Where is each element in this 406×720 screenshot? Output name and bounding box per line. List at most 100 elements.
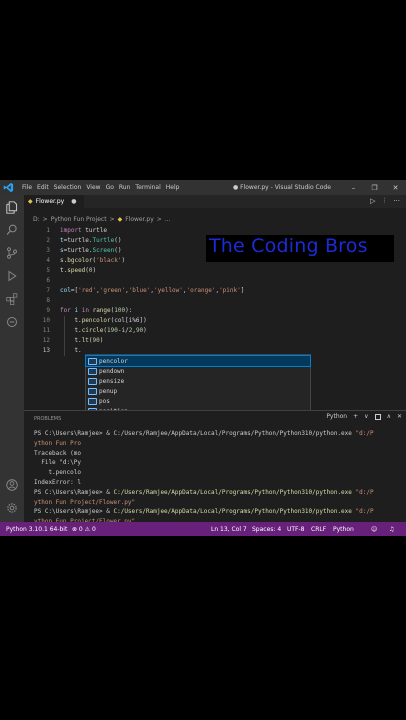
problems-indicator[interactable]: ⊗ 0 ⚠ 0 [72,526,96,533]
menu-edit[interactable]: Edit [37,184,49,191]
code-token: ) [121,257,126,264]
autocomplete-label: pencolor [99,357,128,365]
line-number: 10 [42,317,50,324]
menu-help[interactable]: Help [166,184,180,191]
code-token: 90 [92,337,100,344]
close-window-button[interactable]: ✕ [385,180,406,195]
new-terminal-icon[interactable]: + [353,413,358,420]
minimize-button[interactable]: – [343,180,364,195]
breadcrumb-folder[interactable]: Python Fun Project [51,216,107,223]
indentation[interactable]: Spaces: 4 [252,526,281,533]
breadcrumb-file[interactable]: Flower.py [125,216,154,223]
terminal-text: "d:/P [355,430,374,437]
kill-terminal-icon[interactable] [374,413,381,420]
source-control-icon[interactable] [4,245,20,261]
code-token: 'yellow' [154,287,183,294]
terminal-shell-label[interactable]: Python [326,413,347,420]
code-text: t.speed(0) [60,266,96,276]
feedback-icon[interactable]: ☺ [371,526,377,533]
bottom-panel: PROBLEMS Python + ∨ ∧ ✕ PS C:\Users\Ramj… [24,410,406,535]
tab-problems[interactable]: PROBLEMS [34,416,61,422]
terminal-text: "d:/P [351,508,374,516]
line-number: 7 [46,287,50,294]
restore-button[interactable]: ❐ [364,180,385,195]
menu-terminal[interactable]: Terminal [135,184,160,191]
menu-file[interactable]: File [22,184,32,191]
menu-run[interactable]: Run [119,184,131,191]
terminal-text: PS C:\Users\R [34,430,81,437]
menu-selection[interactable]: Selection [54,184,82,191]
autocomplete-item[interactable]: pensize [86,376,310,386]
terminal-text: IndexError: l [34,478,81,486]
remote-explorer-icon[interactable] [4,314,20,330]
panel-tabs: PROBLEMS [34,416,61,422]
notifications-bell-icon[interactable]: ♫ [389,526,394,533]
menu-go[interactable]: Go [106,184,114,191]
settings-gear-icon[interactable] [4,500,20,516]
code-line[interactable]: 6 [24,276,406,286]
code-line[interactable]: 7 col=['red','green','blue','yellow','ora… [24,286,406,296]
menu-view[interactable]: View [86,184,100,191]
code-token: ) [99,337,104,344]
terminal-dropdown-icon[interactable]: ∨ [364,413,368,420]
code-text: t.lt(90) [60,336,103,346]
python-file-icon: ◆ [28,198,33,205]
breadcrumb-drive[interactable]: D: [33,216,40,223]
account-icon[interactable] [4,477,20,493]
code-token: =turtle. [63,247,93,254]
terminal-text: ython Fun Project/Flower.py" [34,498,136,506]
code-text: t.circle(190-i/2,90) [60,326,146,336]
explorer-icon[interactable] [4,199,20,215]
line-number: 6 [46,277,50,284]
tab-flower-py[interactable]: ◆ Flower.py ● [24,195,84,208]
vscode-window: File Edit Selection View Go Run Terminal… [0,180,406,536]
code-token: import [60,227,82,234]
terminal-line: ython Fun Project/Flower.py" [34,498,406,508]
breadcrumb-sep: > [156,216,162,223]
breadcrumb-symbol[interactable]: ... [165,216,171,223]
terminal-output[interactable]: PS C:\Users\Ramjee> & C:/Users/Ramjee/Ap… [34,429,406,536]
code-token: in [81,307,89,314]
status-bar: Python 3.10.1 64-bit ⊗ 0 ⚠ 0 Ln 13, Col … [0,522,406,536]
code-token: for [60,307,71,314]
watermark-text: The Coding Bros [209,235,368,257]
split-editor-icon[interactable]: ⫶ [384,197,386,206]
autocomplete-item[interactable]: pencolor [85,355,311,367]
autocomplete-label: pensize [99,377,125,385]
code-token: ) [92,267,97,274]
terminal-line: Traceback (mo [34,449,406,459]
encoding[interactable]: UTF-8 [287,526,305,533]
autocomplete-label: penup [99,387,118,395]
run-python-file-icon[interactable]: ▷ [370,197,375,206]
line-number: 12 [42,337,50,344]
close-panel-icon[interactable]: ✕ [397,413,402,420]
code-line[interactable]: 8 [24,296,406,306]
code-line[interactable]: 5 t.speed(0) [24,266,406,276]
line-number: 1 [46,227,50,234]
code-token: 100 [114,307,126,314]
search-icon[interactable] [4,222,20,238]
code-line[interactable]: 10 t.pencolor(col[i%6]) [24,316,406,326]
code-line[interactable]: 12 t.lt(90) [24,336,406,346]
code-token: 'pink' [219,287,241,294]
autocomplete-item[interactable]: pos [86,396,310,406]
run-debug-icon[interactable] [4,268,20,284]
panel-actions: Python + ∨ ∧ ✕ [326,413,402,420]
line-number: 2 [46,237,50,244]
language-mode[interactable]: Python [333,526,354,533]
terminal-line: PS C:\Users\Ramjee> & C:/Users/Ramjee/Ap… [34,429,406,439]
maximize-panel-icon[interactable]: ∧ [387,413,391,420]
cursor-position[interactable]: Ln 13, Col 7 [211,526,247,533]
unsaved-dot-icon[interactable]: ● [71,198,76,205]
autocomplete-item[interactable]: penup [86,386,310,396]
terminal-text: C:/Users/Ramjee/AppData/Local/Programs/P… [113,488,352,496]
code-line[interactable]: 9 for i in range(100): [24,306,406,316]
extensions-icon[interactable] [4,291,20,307]
more-actions-icon[interactable]: ··· [393,197,400,206]
autocomplete-item[interactable]: pendown [86,366,310,376]
line-ending[interactable]: CRLF [311,526,326,533]
menu-bar: File Edit Selection View Go Run Terminal… [22,184,179,191]
code-line[interactable]: 11 t.circle(190-i/2,90) [24,326,406,336]
method-symbol-icon [88,397,97,405]
python-interpreter[interactable]: Python 3.10.1 64-bit [6,526,67,533]
